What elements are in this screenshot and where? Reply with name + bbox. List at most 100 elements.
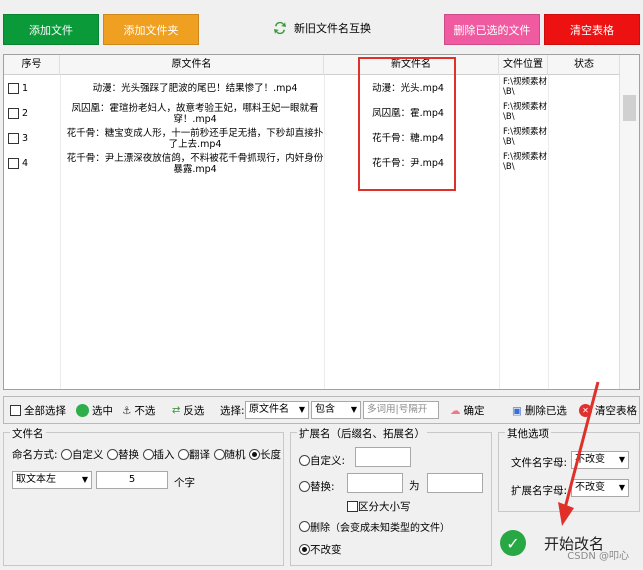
row-seq-number: 4 <box>22 158 29 169</box>
add-folder-button[interactable]: 添加文件夹 <box>103 14 199 45</box>
delete-list-icon: ▣ <box>512 404 522 417</box>
select-label: 选中 <box>92 405 113 417</box>
ext-custom-row: 自定义: <box>299 453 345 468</box>
header-status[interactable]: 状态 <box>548 55 621 75</box>
mode-insert-radio[interactable] <box>142 449 154 460</box>
chevron-down-icon: ▼ <box>298 405 305 414</box>
match-select[interactable]: 包含 ▼ <box>311 401 361 419</box>
ext-custom-input[interactable] <box>355 447 411 467</box>
count-input[interactable]: 5 <box>96 471 168 489</box>
header-original[interactable]: 原文件名 <box>60 55 324 75</box>
anchor-icon: ⚓ <box>122 404 132 417</box>
table-row[interactable]: 4 花千骨：尹上漂深夜放信鸽，不料被花千骨抓现行，内奸身份暴露.mp4 花千骨：… <box>4 151 619 176</box>
row-new-name: 凤囚凰：霍.mp4 <box>372 108 444 119</box>
row-checkbox[interactable] <box>8 133 19 144</box>
table-header: 序号 原文件名 新文件名 文件位置 状态 <box>4 55 639 75</box>
ext-replace-row: 替换: <box>299 479 335 494</box>
header-new-name[interactable]: 新文件名 <box>324 55 499 75</box>
mode-random-radio[interactable] <box>213 449 225 460</box>
ext-delete-row: 删除（会变成未知类型的文件） <box>299 519 450 534</box>
table-row[interactable]: 3 花千骨：糖宝变成人形，十一前秒还手足无措，下秒却直接扑了上去.mp4 花千骨… <box>4 126 619 151</box>
checkmark-icon: ✓ <box>500 530 526 556</box>
row-seq: 4 <box>8 151 58 176</box>
row-seq: 3 <box>8 126 58 151</box>
invert-button[interactable]: ⇄ 反选 <box>172 403 204 418</box>
top-toolbar: 添加文件 添加文件夹 新旧文件名互换 删除已选的文件 清空表格 <box>0 0 643 52</box>
ext-custom-label: 自定义: <box>310 455 346 467</box>
field-select-value: 原文件名 <box>249 404 289 415</box>
invert-label: 反选 <box>183 405 205 417</box>
filename-panel: 文件名 命名方式: 自定义 替换 插入 翻译 随机 长度 取文本左 ▼ 5 个字 <box>3 426 284 566</box>
invert-icon: ⇄ <box>172 405 181 416</box>
clear-table-button[interactable]: 清空表格 <box>544 14 640 45</box>
select-all-label: 全部选择 <box>24 405 66 417</box>
ext-custom-radio[interactable] <box>299 455 310 466</box>
mode-insert-label: 插入 <box>153 449 175 461</box>
row-original-name: 花千骨：尹上漂深夜放信鸽，不料被花千骨抓现行，内奸身份暴露.mp4 <box>66 152 324 175</box>
confirm-button[interactable]: ☁ 确定 <box>450 403 485 418</box>
table-row[interactable]: 1 动漫：光头强踩了肥波的尾巴！结果惨了！.mp4 动漫：光头.mp4 F:\视… <box>4 76 619 101</box>
ext-unchanged-radio[interactable] <box>299 544 310 555</box>
chevron-down-icon: ▼ <box>350 405 357 414</box>
row-new-name: 动漫：光头.mp4 <box>372 83 444 94</box>
mode-custom-label: 自定义 <box>72 449 104 461</box>
select-all-checkbox[interactable]: 全部选择 <box>10 403 66 418</box>
ext-delete-radio[interactable] <box>299 521 310 532</box>
row-checkbox[interactable] <box>8 108 19 119</box>
row-location: F:\视频素材\B\ <box>503 77 547 97</box>
header-new-name-label: 新文件名 <box>391 59 431 70</box>
table-row[interactable]: 2 凤囚凰：霍瑄扮老妇人，故意考验王妃，哪料王妃一眼就看穿！.mp4 凤囚凰：霍… <box>4 101 619 126</box>
case-sensitive-checkbox[interactable] <box>347 501 358 512</box>
row-checkbox[interactable] <box>8 83 19 94</box>
deselect-button[interactable]: ⚓ 不选 <box>122 403 155 418</box>
ext-replace-radio[interactable] <box>299 481 310 492</box>
naming-mode-label: 命名方式: <box>12 449 58 461</box>
count-unit: 个字 <box>174 477 195 489</box>
chevron-down-icon: ▼ <box>618 483 625 492</box>
ext-unchanged-label: 不改变 <box>310 544 342 556</box>
extension-panel: 扩展名（后缀名、拓展名） 自定义: 替换: 为 区分大小写 删除（会变成未知类型… <box>290 426 492 566</box>
choose-label: 选择: <box>220 405 245 417</box>
row-location: F:\视频素材\B\ <box>503 102 547 122</box>
scrollbar-thumb[interactable] <box>623 95 636 121</box>
delete-selected-files-button[interactable]: 删除已选的文件 <box>444 14 540 45</box>
header-seq[interactable]: 序号 <box>4 55 60 75</box>
mode-replace-radio[interactable] <box>107 449 119 460</box>
confirm-label: 确定 <box>463 405 485 417</box>
row-location: F:\视频素材\B\ <box>503 127 547 147</box>
ext-replace-to-input[interactable] <box>427 473 483 493</box>
mode-translate-radio[interactable] <box>178 449 190 460</box>
mode-length-radio[interactable] <box>249 449 261 460</box>
keyword-input[interactable]: 多词用|号隔开 <box>363 401 439 419</box>
ext-replace-label: 替换: <box>310 481 335 493</box>
field-select[interactable]: 原文件名 ▼ <box>245 401 309 419</box>
filename-panel-title: 文件名 <box>10 426 46 441</box>
table-scrollbar[interactable] <box>619 55 639 389</box>
row-new-name: 花千骨：尹.mp4 <box>372 158 444 169</box>
other-options-title: 其他选项 <box>505 426 551 441</box>
swap-icon <box>274 21 286 35</box>
case-sensitive-label: 区分大小写 <box>358 501 411 513</box>
arrow-annotation-icon <box>558 381 600 526</box>
row-original-name: 花千骨：糖宝变成人形，十一前秒还手足无措，下秒却直接扑了上去.mp4 <box>66 127 324 150</box>
row-original-name: 凤囚凰：霍瑄扮老妇人，故意考验王妃，哪料王妃一眼就看穿！.mp4 <box>71 102 319 125</box>
select-button[interactable]: 选中 <box>76 403 113 418</box>
case-sensitive-row: 区分大小写 <box>347 499 411 514</box>
take-from-select[interactable]: 取文本左 ▼ <box>12 471 92 489</box>
row-new-name: 花千骨：糖.mp4 <box>372 133 444 144</box>
row-seq-number: 3 <box>22 133 29 144</box>
row-location: F:\视频素材\B\ <box>503 152 547 172</box>
ext-replace-to-label: 为 <box>409 480 420 492</box>
row-checkbox[interactable] <box>8 158 19 169</box>
ext-replace-from-input[interactable] <box>347 473 403 493</box>
chevron-down-icon: ▼ <box>81 475 88 484</box>
row-seq-number: 1 <box>22 83 29 94</box>
watermark: CSDN @叩心 <box>567 551 629 562</box>
mode-custom-radio[interactable] <box>61 449 73 460</box>
swap-names-button[interactable]: 新旧文件名互换 <box>272 20 371 36</box>
check-circle-icon <box>76 404 89 417</box>
add-file-button[interactable]: 添加文件 <box>3 14 99 45</box>
select-all-box[interactable] <box>10 405 21 416</box>
header-location[interactable]: 文件位置 <box>499 55 548 75</box>
naming-mode-row: 命名方式: 自定义 替换 插入 翻译 随机 长度 <box>12 447 281 462</box>
